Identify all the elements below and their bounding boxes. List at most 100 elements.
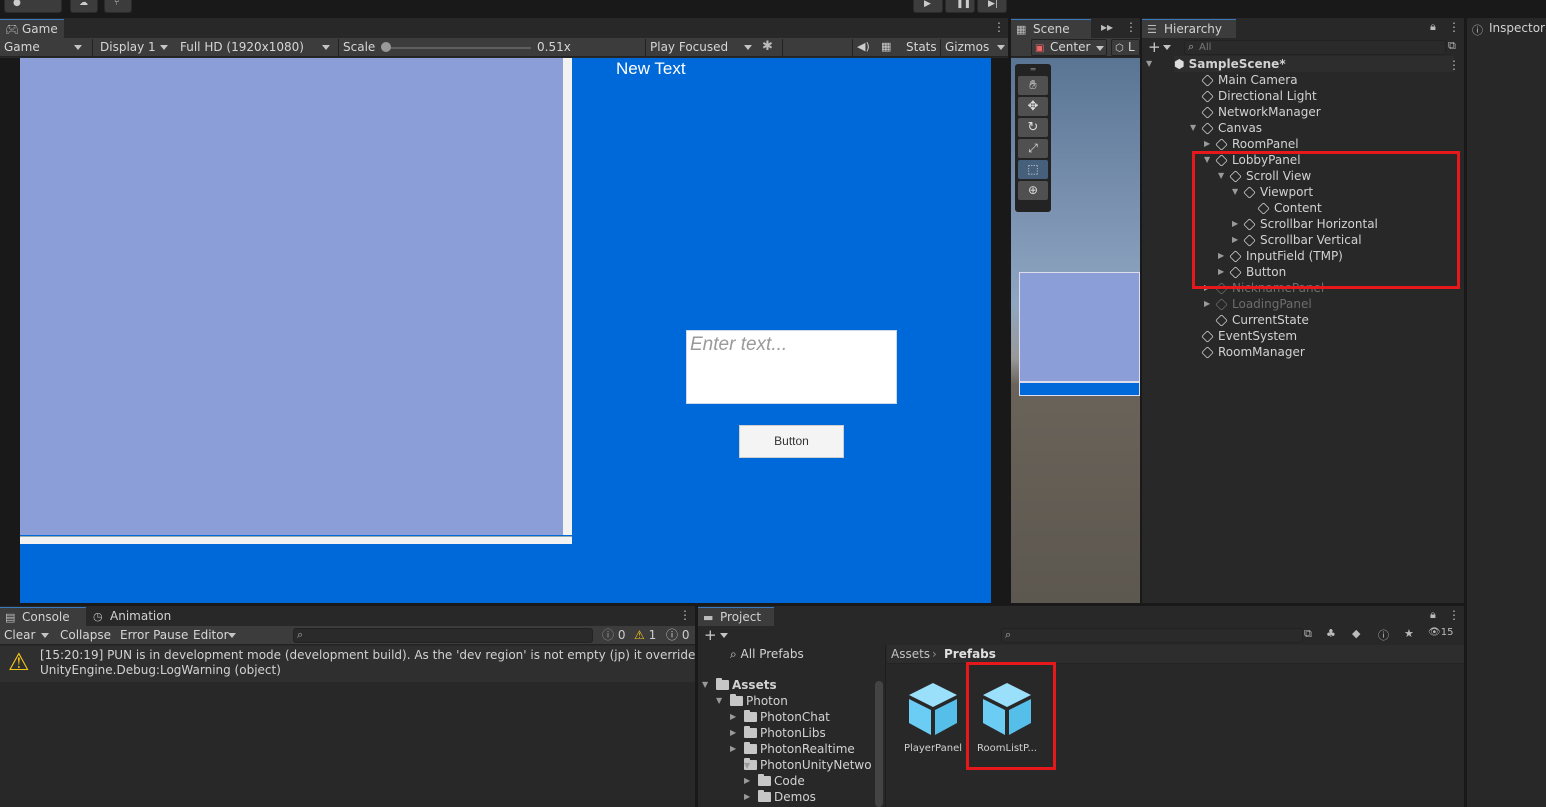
tab-animation[interactable]: ◷ Animation: [88, 607, 184, 626]
error-pause-button[interactable]: Error Pause: [116, 626, 188, 645]
scrollbar-horizontal[interactable]: [20, 536, 572, 544]
filter-label-icon[interactable]: ◆: [1352, 627, 1360, 640]
add-icon[interactable]: +: [704, 626, 717, 644]
hierarchy-search-input[interactable]: All: [1184, 40, 1446, 55]
gizmos-dropdown[interactable]: Gizmos: [941, 38, 1009, 57]
tab-overflow-icon[interactable]: ▸▸: [1101, 20, 1113, 34]
lock-icon[interactable]: 🔒︎: [1430, 20, 1436, 34]
console-search-input[interactable]: [293, 628, 593, 643]
hierarchy-item-inactive[interactable]: ▶ LoadingPanel: [1204, 296, 1312, 312]
hand-tool-icon[interactable]: ✋︎: [1018, 76, 1048, 95]
cloud-button[interactable]: ☁: [70, 0, 98, 13]
expand-icon[interactable]: ▼: [716, 693, 726, 709]
stats-button[interactable]: Stats: [902, 38, 942, 57]
chevron-down-icon[interactable]: [1163, 45, 1171, 50]
info-toggle[interactable]: ⓘ 0: [598, 626, 630, 645]
error-toggle[interactable]: ⓘ 0: [662, 626, 694, 645]
editor-dropdown[interactable]: Editor: [189, 626, 239, 645]
folder-item[interactable]: ▶ PhotonRealtime: [730, 741, 855, 757]
folder-item[interactable]: ▶ Code: [744, 773, 805, 789]
drag-handle-icon[interactable]: ═: [1018, 66, 1048, 74]
hierarchy-item[interactable]: ▶ RoomPanel: [1204, 136, 1299, 152]
game-mode-dropdown[interactable]: Game: [0, 38, 90, 57]
hierarchy-item[interactable]: ▼ Canvas: [1190, 120, 1262, 136]
expand-icon[interactable]: ▼: [1190, 120, 1200, 136]
play-button[interactable]: ▶: [913, 0, 943, 13]
folder-item[interactable]: ▼ PhotonUnityNetwor: [744, 757, 872, 773]
clear-dropdown[interactable]: Clear: [0, 626, 52, 645]
grid-icon[interactable]: ▦: [881, 40, 891, 53]
folder-item[interactable]: ▶ PhotonChat: [730, 709, 830, 725]
audio-mute-icon[interactable]: ◀): [857, 40, 870, 53]
collapse-icon[interactable]: ▶: [744, 789, 754, 805]
hidden-packages-toggle[interactable]: 👁︎15: [1428, 627, 1453, 638]
scene-menu-icon[interactable]: ⋮: [1448, 58, 1460, 72]
hierarchy-item[interactable]: NetworkManager: [1201, 104, 1321, 120]
account-dropdown[interactable]: ●: [4, 0, 62, 13]
resolution-dropdown[interactable]: Full HD (1920x1080): [176, 38, 336, 57]
expand-icon[interactable]: ▼: [702, 677, 712, 693]
tab-game[interactable]: 🎮︎ Game: [0, 19, 64, 38]
collab-button[interactable]: ⑂: [104, 0, 132, 13]
pause-button[interactable]: ❚❚: [945, 0, 975, 13]
favorite-icon[interactable]: ★: [1404, 627, 1414, 640]
enter-text-input[interactable]: Enter text...: [686, 330, 897, 404]
breadcrumb-prefabs[interactable]: Prefabs: [944, 647, 996, 661]
tab-console[interactable]: ▤ Console: [0, 607, 86, 626]
scroll-view-panel[interactable]: [20, 58, 563, 535]
tab-project[interactable]: ▬ Project: [698, 607, 774, 626]
hierarchy-item[interactable]: CurrentState: [1215, 312, 1309, 328]
folder-item[interactable]: ▶ Demos: [744, 789, 816, 805]
collapse-icon[interactable]: ▶: [730, 725, 740, 741]
console-log-entry[interactable]: ⚠ [15:20:19] PUN is in development mode …: [0, 646, 696, 682]
folder-item[interactable]: ▼ Assets: [702, 677, 777, 693]
bug-icon[interactable]: ✱: [762, 39, 773, 54]
pivot-dropdown[interactable]: ▣ Center: [1031, 39, 1107, 56]
filter-type-icon[interactable]: ♣: [1326, 627, 1336, 640]
game-menu-icon[interactable]: ⋮: [993, 20, 1005, 34]
breadcrumb-assets[interactable]: Assets: [891, 647, 930, 661]
move-tool-icon[interactable]: ✥: [1018, 97, 1048, 116]
hierarchy-item[interactable]: Main Camera: [1201, 72, 1298, 88]
add-icon[interactable]: +: [1148, 38, 1161, 56]
collapse-button[interactable]: Collapse: [56, 626, 114, 645]
transform-tool-icon[interactable]: ⊕: [1018, 181, 1048, 200]
asset-item[interactable]: PlayerPanel: [899, 679, 967, 761]
hierarchy-item[interactable]: EventSystem: [1201, 328, 1297, 344]
lock-icon[interactable]: 🔒︎: [1430, 608, 1436, 622]
scene-viewport[interactable]: ═ ✋︎ ✥ ↻ ⤢ ⬚ ⊕: [1011, 58, 1140, 603]
tab-scene[interactable]: ▦ Scene: [1011, 19, 1091, 38]
scale-slider[interactable]: [386, 47, 531, 49]
search-options-icon[interactable]: ⧉: [1304, 627, 1312, 641]
scene-menu-icon[interactable]: ⋮: [1125, 20, 1137, 34]
folder-item[interactable]: ▼ Photon: [716, 693, 788, 709]
search-options-icon[interactable]: ⧉: [1448, 39, 1456, 53]
collapse-icon[interactable]: ▶: [1204, 296, 1214, 312]
expand-icon[interactable]: ▼: [1146, 56, 1156, 72]
rotate-tool-icon[interactable]: ↻: [1018, 118, 1048, 137]
hierarchy-menu-icon[interactable]: ⋮: [1448, 20, 1460, 34]
tab-hierarchy[interactable]: ☰ Hierarchy: [1142, 19, 1236, 38]
scale-tool-icon[interactable]: ⤢: [1018, 139, 1048, 158]
game-viewport[interactable]: New Text Enter text... Button: [20, 58, 991, 603]
collapse-icon[interactable]: ▶: [730, 709, 740, 725]
scale-slider-handle[interactable]: [381, 42, 391, 52]
game-button[interactable]: Button: [739, 425, 844, 458]
all-prefabs-filter[interactable]: ⌕ All Prefabs: [730, 646, 804, 662]
filter-log-icon[interactable]: ⓘ: [1378, 627, 1389, 643]
collapse-icon[interactable]: ▶: [1204, 136, 1214, 152]
display-dropdown[interactable]: Display 1: [96, 38, 172, 57]
hierarchy-item[interactable]: RoomManager: [1201, 344, 1305, 360]
tab-inspector[interactable]: ⓘ Inspector: [1467, 19, 1546, 38]
step-button[interactable]: ▶|: [977, 0, 1007, 13]
tree-scrollbar[interactable]: [875, 681, 883, 807]
expand-icon[interactable]: ▼: [744, 761, 754, 770]
project-search-input[interactable]: [1001, 628, 1303, 643]
play-mode-dropdown[interactable]: Play Focused: [646, 38, 756, 57]
rect-tool-icon[interactable]: ⬚: [1018, 160, 1048, 179]
chevron-down-icon[interactable]: [720, 633, 728, 638]
scene-row[interactable]: ▼ ⬢ SampleScene*: [1146, 56, 1454, 72]
warning-toggle[interactable]: ⚠ 1: [630, 626, 662, 645]
folder-item[interactable]: ▶ PhotonLibs: [730, 725, 826, 741]
project-menu-icon[interactable]: ⋮: [1448, 608, 1460, 622]
